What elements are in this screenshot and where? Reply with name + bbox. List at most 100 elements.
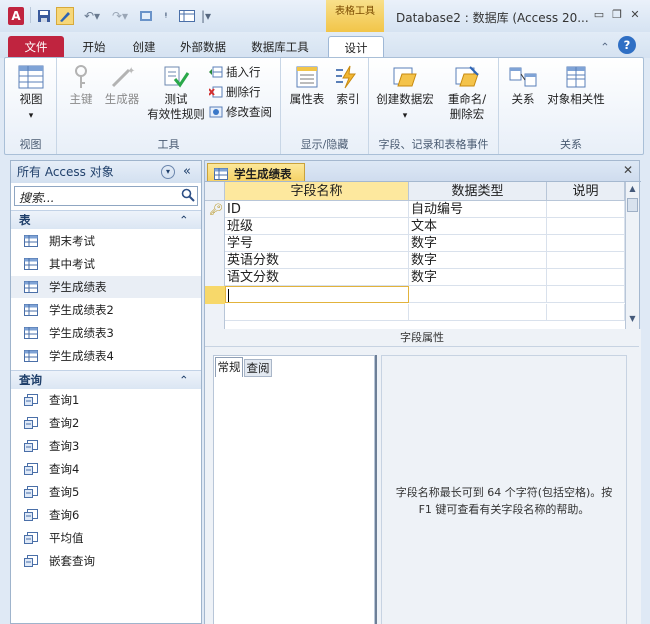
properties-panel [213, 355, 375, 624]
new-description-cell[interactable] [547, 286, 625, 303]
empty-field-name-cell[interactable] [225, 304, 409, 321]
query-item[interactable]: 查询5 [11, 481, 201, 503]
datasheet-icon[interactable] [178, 7, 196, 25]
description-cell[interactable] [547, 218, 625, 235]
access-app-icon[interactable]: A [8, 7, 24, 25]
views-group: 视图 ▾ 视图 [5, 58, 57, 154]
new-field-name-cell[interactable] [225, 286, 409, 303]
show-hide-group-label: 显示/隐藏 [300, 138, 349, 151]
table-item[interactable]: 学生成绩表 [11, 276, 201, 298]
collapse-queries-icon[interactable]: ⌃ [179, 371, 189, 389]
builder-button[interactable]: ✦ 生成器 [101, 64, 143, 107]
row-selector-column [205, 201, 225, 329]
tab-lookup[interactable]: 查阅 [244, 359, 272, 377]
shutter-bar-collapse-icon[interactable]: « [183, 161, 191, 183]
tab-design[interactable]: 设计 [328, 36, 384, 58]
data-type-cell[interactable]: 数字 [409, 269, 547, 286]
relationships-button[interactable]: 关系 [503, 64, 543, 107]
data-type-cell[interactable]: 文本 [409, 218, 547, 235]
redo-icon[interactable]: ↷▾ [108, 7, 132, 25]
close-document-icon[interactable]: ✕ [623, 163, 633, 177]
field-name-cell[interactable]: 语文分数 [225, 269, 409, 286]
query-item[interactable]: 查询3 [11, 435, 201, 457]
table-icon [24, 258, 38, 270]
description-cell[interactable] [547, 269, 625, 286]
table-item[interactable]: 学生成绩表2 [11, 299, 201, 321]
object-dependencies-button[interactable]: 对象相关性 [545, 64, 607, 107]
table-item[interactable]: 其中考试 [11, 253, 201, 275]
undo-icon[interactable]: ↶▾ [80, 7, 104, 25]
field-name-cell[interactable]: 班级 [225, 218, 409, 235]
field-name-cell[interactable]: 英语分数 [225, 252, 409, 269]
tab-external-data[interactable]: 外部数据 [174, 36, 232, 58]
query-item-label: 查询5 [49, 485, 80, 499]
data-type-cell[interactable]: 数字 [409, 252, 547, 269]
query-item[interactable]: 嵌套查询 [11, 550, 201, 572]
empty-description-cell[interactable] [547, 304, 625, 321]
description-cell[interactable] [547, 252, 625, 269]
info-icon[interactable]: ᵎ [160, 7, 172, 25]
column-header-description[interactable]: 说明 [547, 182, 625, 201]
modify-lookups-button[interactable]: 修改查阅 [209, 104, 272, 120]
field-name-cell[interactable]: 学号 [225, 235, 409, 252]
table-item[interactable]: 学生成绩表4 [11, 345, 201, 367]
primary-key-button[interactable]: 主键 [63, 64, 99, 107]
nav-search-input[interactable]: 搜索... [14, 186, 198, 206]
tables-section-header[interactable]: 表 ⌃ [11, 210, 201, 229]
rename-label-2: 删除宏 [449, 107, 485, 121]
data-type-cell[interactable]: 自动编号 [409, 201, 547, 218]
query-item[interactable]: 查询1 [11, 389, 201, 411]
pane-divider [375, 355, 377, 624]
table-item[interactable]: 期末考试 [11, 230, 201, 252]
queries-section-header[interactable]: 查询 ⌃ [11, 370, 201, 389]
insert-rows-button[interactable]: 插入行 [209, 64, 261, 80]
search-icon[interactable] [181, 188, 197, 204]
description-cell[interactable] [547, 235, 625, 252]
save-icon[interactable] [36, 7, 52, 25]
customize-toolbar-icon[interactable]: |▾ [200, 7, 212, 25]
property-sheet-button[interactable]: 属性表 [285, 64, 329, 107]
collapse-tables-icon[interactable]: ⌃ [179, 211, 189, 229]
view-switch-icon[interactable] [138, 7, 154, 25]
query-item-label: 查询2 [49, 416, 80, 430]
scroll-thumb[interactable] [627, 198, 638, 212]
description-cell[interactable] [547, 201, 625, 218]
create-data-macros-button[interactable]: 创建数据宏 ▾ [373, 64, 437, 124]
column-header-data-type[interactable]: 数据类型 [409, 182, 547, 201]
view-button[interactable]: 视图 ▾ [11, 64, 51, 124]
help-text: 字段名称最长可到 64 个字符(包括空格)。按 F1 键可查看有关字段名称的帮助… [395, 486, 613, 516]
tab-create[interactable]: 创建 [124, 36, 164, 58]
query-item[interactable]: 查询2 [11, 412, 201, 434]
scroll-up-icon[interactable]: ▲ [627, 184, 638, 196]
grid-scrollbar[interactable]: ▲ ▼ [625, 182, 639, 329]
delete-rows-button[interactable]: 删除行 [209, 84, 261, 100]
current-row-selector[interactable] [205, 286, 225, 304]
query-item[interactable]: 平均值 [11, 527, 201, 549]
nav-pane-header[interactable]: 所有 Access 对象 ▾ « [11, 161, 201, 183]
tab-file[interactable]: 文件 [8, 36, 64, 58]
field-name-cell[interactable]: ID [225, 201, 409, 218]
minimize-ribbon-icon[interactable]: ⌃ [598, 36, 612, 58]
help-icon[interactable]: ? [618, 36, 636, 54]
tab-general[interactable]: 常规 [215, 357, 243, 377]
column-header-field-name[interactable]: 字段名称 [225, 182, 409, 201]
rename-delete-macro-button[interactable]: 重命名/删除宏 [439, 64, 495, 122]
nav-menu-dropdown-icon[interactable]: ▾ [161, 165, 175, 179]
tab-database-tools[interactable]: 数据库工具 [244, 36, 316, 58]
new-data-type-cell[interactable] [409, 286, 547, 303]
scroll-down-icon[interactable]: ▼ [627, 314, 638, 326]
help-panel: 字段名称最长可到 64 个字符(包括空格)。按 F1 键可查看有关字段名称的帮助… [381, 355, 627, 624]
data-type-cell[interactable]: 数字 [409, 235, 547, 252]
document-tab[interactable]: 学生成绩表 [207, 163, 305, 183]
tab-home[interactable]: 开始 [74, 36, 114, 58]
empty-data-type-cell[interactable] [409, 304, 547, 321]
minimize-icon[interactable]: ▭ [592, 8, 606, 22]
table-item[interactable]: 学生成绩表3 [11, 322, 201, 344]
restore-icon[interactable]: ❐ [610, 8, 624, 22]
query-item[interactable]: 查询4 [11, 458, 201, 480]
edit-icon[interactable] [56, 7, 74, 25]
close-icon[interactable]: ✕ [628, 8, 642, 22]
test-validation-rules-button[interactable]: 测试 有效性规则 [147, 64, 205, 122]
indexes-button[interactable]: 索引 [331, 64, 365, 107]
query-item[interactable]: 查询6 [11, 504, 201, 526]
